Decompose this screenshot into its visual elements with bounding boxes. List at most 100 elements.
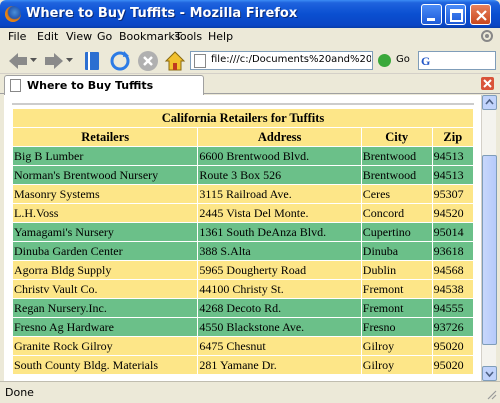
forward-dropdown-icon[interactable] [66,57,73,64]
page-icon [194,54,206,68]
cell-zip: 95307 [432,185,473,203]
cell-city: Dublin [361,261,432,279]
reload-icon[interactable] [108,49,132,73]
cell-city: Fremont [361,299,432,317]
cell-retailer: Christv Vault Co. [13,280,198,298]
cell-address: 1361 South DeAnza Blvd. [198,223,361,241]
menu-edit[interactable]: Edit [37,30,58,43]
cell-retailer: Big B Lumber [13,147,198,165]
close-window-button[interactable] [470,4,491,25]
cell-address: 6475 Chesnut [198,337,361,355]
scroll-thumb[interactable] [482,155,497,345]
cell-zip: 94568 [432,261,473,279]
cell-zip: 94513 [432,166,473,184]
cell-city: Brentwood [361,147,432,165]
cell-retailer: Norman's Brentwood Nursery [13,166,198,184]
menu-bookmarks[interactable]: Bookmarks [119,30,180,43]
cell-retailer: Agorra Bldg Supply [13,261,198,279]
tab-label: Where to Buy Tuffits [27,79,154,92]
address-url[interactable]: file:///c:/Documents%20and%205e [211,54,371,65]
menu-go[interactable]: Go [97,30,112,43]
address-bar[interactable]: file:///c:/Documents%20and%205e [190,51,373,70]
cell-address: 5965 Dougherty Road [198,261,361,279]
window-title: Where to Buy Tuffits - Mozilla Firefox [26,6,298,21]
column-header-zip: Zip [432,128,473,146]
menu-view[interactable]: View [66,30,92,43]
cell-city: Gilroy [361,337,432,355]
maximize-button[interactable] [445,4,466,25]
title-bar: Where to Buy Tuffits - Mozilla Firefox [0,0,500,28]
status-text: Done [5,386,34,399]
column-header-address: Address [198,128,361,146]
scroll-down-button[interactable] [482,366,497,381]
cell-zip: 93618 [432,242,473,260]
menu-tools[interactable]: Tools [175,30,202,43]
table-row: Dinuba Garden Center 388 S.Alta Dinuba 9361… [13,242,473,260]
table-caption: California Retailers for Tuffits [13,109,473,127]
go-label: Go [396,54,410,65]
menu-help[interactable]: Help [208,30,233,43]
cell-retailer: L.H.Voss [13,204,198,222]
cell-address: 388 S.Alta [198,242,361,260]
back-dropdown-icon[interactable] [30,57,37,64]
cell-city: Fresno [361,318,432,336]
home-icon[interactable] [163,49,187,73]
table-row: Yamagami's Nursery 1361 South DeAnza Blvd… [13,223,473,241]
cell-city: Cupertino [361,223,432,241]
cell-city: Dinuba [361,242,432,260]
cell-city: Concord [361,204,432,222]
tab-strip: Where to Buy Tuffits [0,74,500,95]
cell-address: 44100 Christy St. [198,280,361,298]
cell-city: Ceres [361,185,432,203]
retailers-table: California Retailers for Tuffits Retaile… [12,108,474,375]
cell-retailer: Regan Nursery.Inc. [13,299,198,317]
throbber-icon [481,30,493,42]
cell-zip: 95020 [432,337,473,355]
column-header-retailers: Retailers [13,128,198,146]
table-row: Regan Nursery.Inc. 4268 Decoto Rd. Fremont… [13,299,473,317]
cell-zip: 95020 [432,356,473,374]
cell-retailer: Fresno Ag Hardware [13,318,198,336]
page-divider [12,103,474,105]
table-row: Fresno Ag Hardware 4550 Blackstone Ave. Fr… [13,318,473,336]
cell-zip: 95014 [432,223,473,241]
cell-address: 4550 Blackstone Ave. [198,318,361,336]
vertical-scrollbar[interactable] [481,95,497,381]
forward-arrow-icon[interactable] [42,49,66,73]
cell-retailer: Masonry Systems [13,185,198,203]
cell-address: 3115 Railroad Ave. [198,185,361,203]
cell-zip: 94513 [432,147,473,165]
back-arrow-icon[interactable] [6,49,30,73]
close-tab-icon[interactable] [481,77,494,90]
stop-icon[interactable] [136,49,160,73]
cell-zip: 94520 [432,204,473,222]
tab-page-icon [10,79,21,92]
firefox-icon [5,6,21,22]
cell-retailer: Yamagami's Nursery [13,223,198,241]
scroll-up-button[interactable] [482,95,497,110]
bookmarks-icon[interactable] [80,49,104,73]
table-row: Big B Lumber 6600 Brentwood Blvd. Brentwoo… [13,147,473,165]
table-row: Granite Rock Gilroy 6475 Chesnut Gilroy 950… [13,337,473,355]
table-row: Agorra Bldg Supply 5965 Dougherty Road Dub… [13,261,473,279]
resize-grip-icon[interactable] [485,388,497,400]
tab-where-to-buy[interactable]: Where to Buy Tuffits [4,75,204,95]
menu-file[interactable]: File [8,30,26,43]
cell-address: 6600 Brentwood Blvd. [198,147,361,165]
go-button[interactable]: Go [376,51,416,70]
minimize-button[interactable] [421,4,442,25]
table-row: L.H.Voss 2445 Vista Del Monte. Concord 9452… [13,204,473,222]
cell-retailer: Granite Rock Gilroy [13,337,198,355]
cell-city: Gilroy [361,356,432,374]
cell-address: 2445 Vista Del Monte. [198,204,361,222]
table-row: Christv Vault Co. 44100 Christy St. Fremon… [13,280,473,298]
cell-zip: 94555 [432,299,473,317]
menu-bar: File Edit View Go Bookmarks Tools Help [0,28,500,47]
cell-city: Fremont [361,280,432,298]
cell-zip: 94538 [432,280,473,298]
cell-retailer: South County Bldg. Materials [13,356,198,374]
cell-retailer: Dinuba Garden Center [13,242,198,260]
google-search-icon: G [421,54,431,68]
search-box[interactable]: G [418,51,496,70]
cell-address: 281 Yamane Dr. [198,356,361,374]
